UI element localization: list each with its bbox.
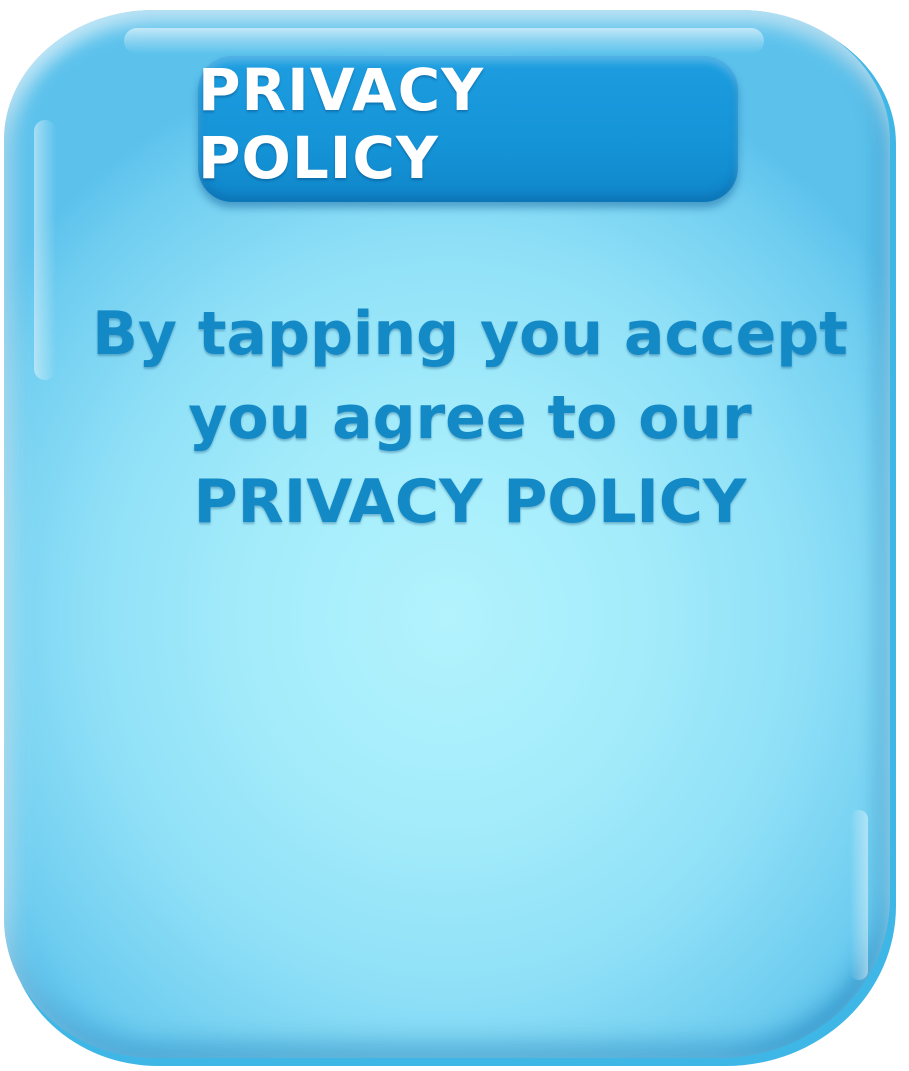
message-line-2: you agree to our [188,383,752,453]
message-line-3: PRIVACY POLICY [193,467,747,537]
privacy-message[interactable]: By tapping you accept you agree to our P… [60,292,880,544]
message-line-1: By tapping you accept [92,299,848,369]
panel-gloss-highlight-right [850,810,868,980]
panel-gloss-highlight [124,28,764,54]
privacy-policy-screen: PRIVACY POLICY By tapping you accept you… [0,0,909,1071]
title-banner: PRIVACY POLICY [198,56,738,202]
panel-gloss-highlight-left [34,120,56,380]
dialog-title: PRIVACY POLICY [198,56,485,192]
